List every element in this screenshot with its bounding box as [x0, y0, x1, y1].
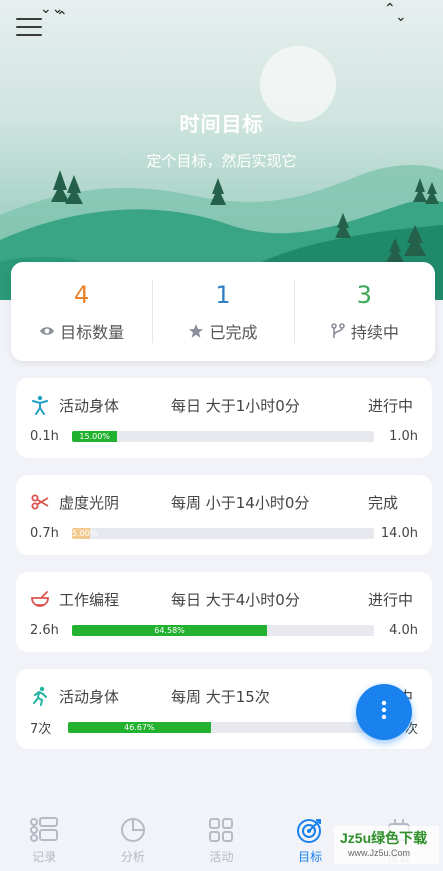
- stretch-person-icon: [30, 395, 50, 415]
- header-banner: ⌄⌄ ⌃ ⌃ ⌄ 时间目标 定个目标，然后实现它: [0, 0, 443, 300]
- goal-name: 活动身体: [59, 687, 120, 706]
- goal-card[interactable]: 虚度光阴 每周 小于14小时0分 完成 0.7h 5.00% 14.0h: [16, 475, 432, 555]
- nav-label: 分析: [120, 850, 145, 864]
- star-icon: [188, 323, 204, 339]
- goal-progress-bar: 64.58%: [72, 624, 374, 636]
- goal-card[interactable]: 活动身体 每日 大于1小时0分 进行中 0.1h 15.00% 1.0h: [16, 378, 432, 458]
- stat-value: 1: [215, 280, 231, 309]
- goal-progress-target: 4.0h: [389, 622, 418, 638]
- goal-progress-current: 0.7h: [30, 525, 59, 541]
- goal-name: 活动身体: [59, 396, 120, 415]
- goal-rule: 每日 大于1小时0分: [171, 396, 300, 415]
- goal-name: 虚度光阴: [59, 493, 120, 512]
- nav-label: 目标: [298, 850, 323, 864]
- page-subtitle: 定个目标，然后实现它: [146, 152, 297, 170]
- goal-rule: 每日 大于4小时0分: [171, 590, 300, 609]
- stat-completed[interactable]: 1 已完成: [152, 262, 293, 361]
- target-icon: [297, 819, 322, 843]
- stat-label: 已完成: [209, 322, 258, 342]
- scissors-icon: [30, 492, 50, 512]
- menu-button[interactable]: [14, 14, 44, 40]
- goal-rule: 每周 小于14小时0分: [171, 493, 310, 512]
- goal-progress-bar: 5.00%: [72, 527, 374, 539]
- pie-chart-icon: [120, 818, 145, 842]
- goal-status: 进行中: [368, 590, 414, 609]
- chevron-up-icon: ⌃: [56, 9, 68, 25]
- record-icon: [30, 817, 59, 842]
- stat-value: 4: [74, 280, 90, 309]
- goal-progress-fill: 64.58%: [72, 624, 268, 636]
- stat-goal-count[interactable]: 4 目标数量: [11, 262, 152, 361]
- nav-label: 活动: [209, 850, 234, 864]
- nav-label: 记录: [32, 850, 57, 864]
- chevron-down-icon: ⌄: [395, 9, 407, 25]
- more-vertical-icon: [381, 700, 387, 724]
- goal-card[interactable]: 工作编程 每日 大于4小时0分 进行中 2.6h 64.58% 4.0h: [16, 572, 432, 652]
- goal-progress-fill: 5.00%: [72, 527, 98, 539]
- eye-icon: [39, 323, 55, 339]
- page-title: 时间目标: [179, 112, 264, 136]
- goal-progress-target: 14.0h: [380, 525, 418, 541]
- nav-item-analysis[interactable]: 分析: [89, 806, 178, 871]
- goal-status: 进行中: [368, 396, 414, 415]
- goal-progress-bar: 15.00%: [72, 430, 374, 442]
- goal-rule: 每周 大于15次: [171, 687, 270, 706]
- stat-label: 持续中: [350, 322, 399, 342]
- goal-progress-current: 0.1h: [30, 428, 59, 444]
- goal-progress-bar: 46.67%: [68, 721, 374, 733]
- running-icon: [30, 686, 50, 706]
- grid-icon: [209, 818, 234, 842]
- goal-status: 完成: [368, 493, 399, 512]
- watermark-text: Jz5u绿色下载: [340, 830, 428, 846]
- goal-progress-current: 7次: [30, 721, 52, 737]
- stat-ongoing[interactable]: 3 持续中: [293, 262, 435, 361]
- watermark-url: www.Jz5u.Com: [348, 848, 411, 858]
- goal-progress-current: 2.6h: [30, 622, 59, 638]
- goal-name: 工作编程: [59, 590, 120, 609]
- nav-item-record[interactable]: 记录: [0, 806, 89, 871]
- goal-progress-target: 1.0h: [389, 428, 418, 444]
- stats-card: 4 目标数量 1 已完成 3 持续中: [11, 262, 435, 361]
- stat-value: 3: [356, 280, 372, 309]
- stat-label: 目标数量: [60, 322, 125, 342]
- goal-progress-fill: 46.67%: [68, 721, 211, 733]
- bowl-icon: [30, 589, 50, 609]
- nav-item-activity[interactable]: 活动: [177, 806, 266, 871]
- menu-icon: [16, 18, 42, 20]
- chevron-up-icon: ⌃: [384, 1, 396, 17]
- goal-progress-fill: 15.00%: [72, 430, 118, 442]
- more-actions-button[interactable]: [356, 684, 412, 740]
- fork-icon: [330, 322, 346, 339]
